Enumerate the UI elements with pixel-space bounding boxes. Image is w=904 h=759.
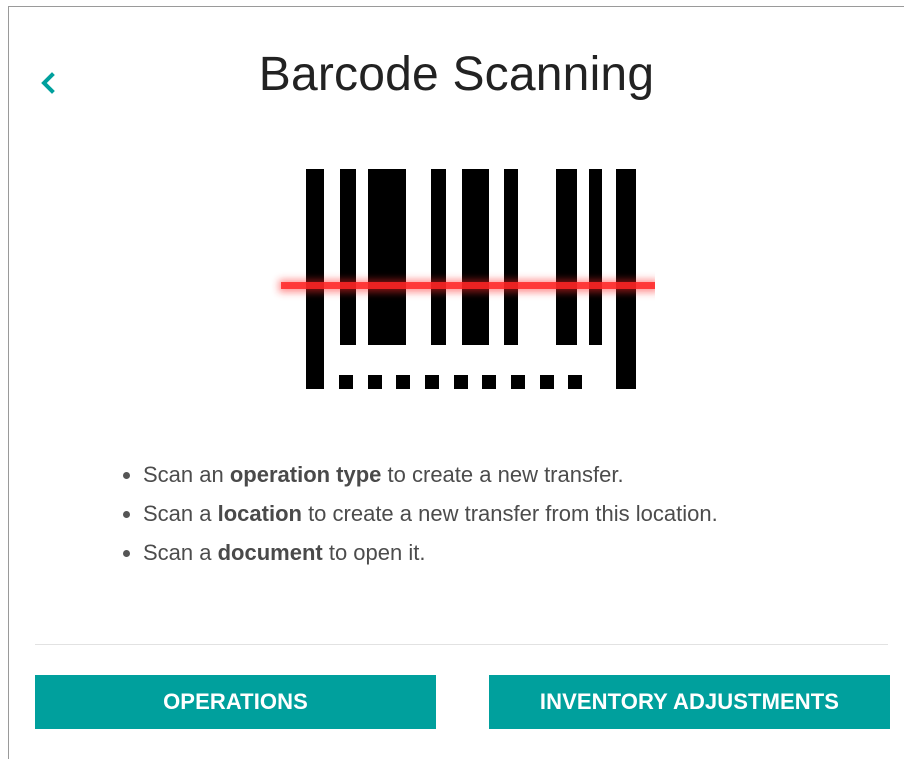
instruction-operation-type: Scan an operation type to create a new t… (143, 455, 718, 494)
footer-divider (35, 644, 888, 645)
instruction-location: Scan a location to create a new transfer… (143, 494, 718, 533)
page-title: Barcode Scanning (258, 48, 655, 101)
instruction-document: Scan a document to open it. (143, 533, 718, 572)
operations-button[interactable]: OPERATIONS (35, 675, 436, 729)
instruction-list: Scan an operation type to create a new t… (117, 455, 718, 572)
barcode-scanner-icon (279, 169, 655, 389)
barcode-main-panel: Barcode Scanning • Scan an operation typ… (8, 6, 904, 759)
inventory-adjustments-button[interactable]: INVENTORY ADJUSTMENTS (489, 675, 890, 729)
